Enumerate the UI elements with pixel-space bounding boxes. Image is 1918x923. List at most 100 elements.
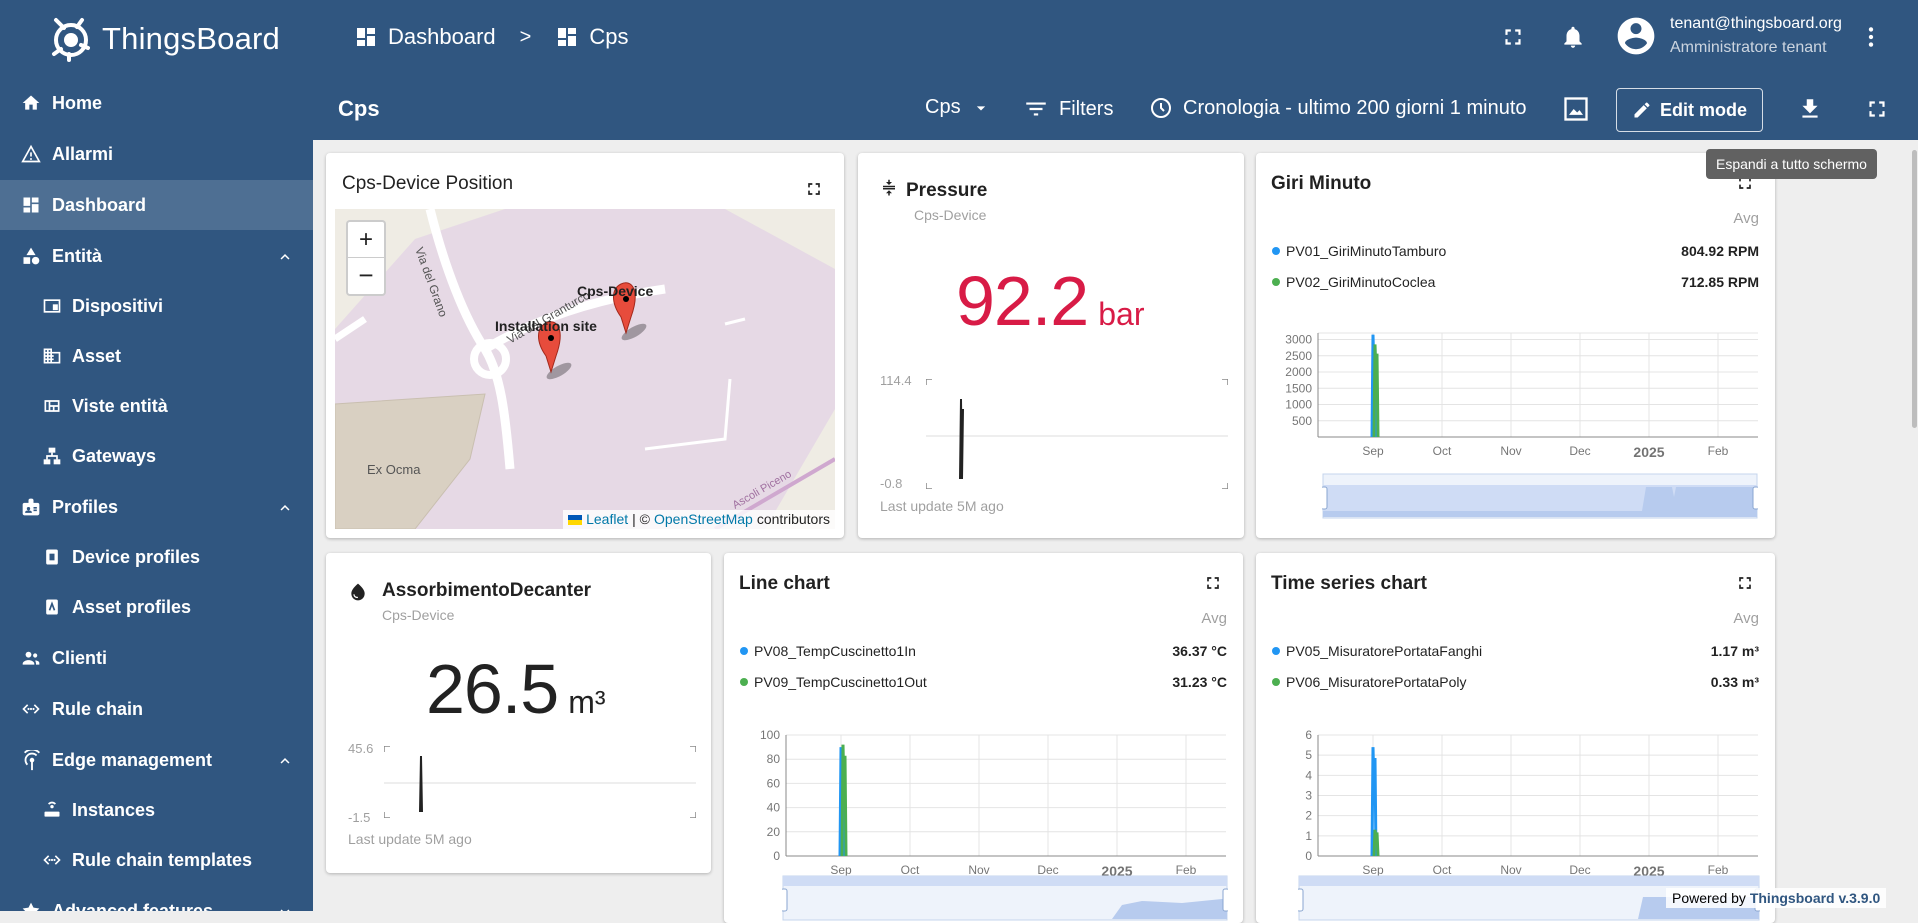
legend-row: PV05_MisuratorePortataFanghi 1.17 m³ <box>1272 639 1759 663</box>
sidebar-item-advanced-features[interactable]: Advanced features <box>0 886 313 911</box>
value-unit: bar <box>1098 296 1145 332</box>
last-update: Last update 5M ago <box>880 498 1004 514</box>
top-bar: ThingsBoard Dashboard > Cps tenant@thing… <box>0 0 1918 78</box>
giri-chart[interactable]: 3000 2500 2000 1500 1000 500 Sep Oct Nov Dec 2025 F… <box>1272 313 1764 458</box>
sidebar-item-dispositivi[interactable]: Dispositivi <box>0 281 313 331</box>
sidebar-item-dashboard[interactable]: Dashboard <box>0 180 313 230</box>
scrollbar-thumb[interactable] <box>1912 150 1917 428</box>
aggregation-label: Avg <box>1733 210 1759 227</box>
place-label: Ex Ocma <box>367 462 421 477</box>
widget-fullscreen-button[interactable] <box>1203 573 1223 593</box>
breadcrumb-label: Cps <box>589 24 629 49</box>
sidebar-item-label: Device profiles <box>72 546 201 567</box>
fullscreen-icon <box>1207 577 1219 589</box>
sidebar-item-rule-chain[interactable]: Rule chain <box>0 684 313 734</box>
sidebar-item-label: Entità <box>52 245 103 266</box>
timewindow-label: Cronologia - ultimo 200 giorni 1 minuto <box>1183 96 1527 119</box>
y-tick-label: 40 <box>767 801 781 815</box>
sidebar-item-label: Gateways <box>72 445 157 466</box>
line-chart[interactable]: 100806040200Sep Oct Nov Dec 2025 Feb <box>740 713 1232 883</box>
chevron-up-icon <box>280 505 290 511</box>
breadcrumb-label: Dashboard <box>388 24 496 49</box>
dashboard-fullscreen-button[interactable] <box>1864 96 1890 122</box>
y-tick-label: 20 <box>767 825 781 839</box>
widget-subtitle: Cps-Device <box>382 607 455 623</box>
app-logo[interactable]: ThingsBoard <box>44 14 280 64</box>
sidebar-item-label: Viste entità <box>72 395 168 416</box>
map-attribution: Leaflet | © OpenStreetMap contributors <box>563 510 835 529</box>
value-unit: m³ <box>568 684 606 720</box>
sidebar-item-clienti[interactable]: Clienti <box>0 633 313 683</box>
sidebar-item-label: Dashboard <box>52 194 147 215</box>
sidebar-item-asset-profiles[interactable]: Asset profiles <box>0 582 313 632</box>
time-series-chart[interactable]: 6543210Sep Oct Nov Dec 2025 Feb <box>1272 713 1764 883</box>
thingsboard-version-link[interactable]: Thingsboard v.3.9.0 <box>1750 890 1880 906</box>
asset-icon <box>43 348 61 364</box>
fullscreen-tooltip: Espandi a tutto schermo <box>1706 149 1877 179</box>
powered-by-text: Powered by <box>1672 890 1746 906</box>
home-icon <box>22 95 40 110</box>
sidebar-item-allarmi[interactable]: Allarmi <box>0 129 313 179</box>
user-menu[interactable]: tenant@thingsboard.org Amministratore te… <box>1614 12 1842 60</box>
widget-fullscreen-button[interactable] <box>804 179 824 199</box>
map-canvas[interactable]: Via del Grano Via del Granturco Ex Ocma … <box>335 209 835 529</box>
sidebar-item-home[interactable]: Home <box>0 78 313 128</box>
attribution-tail: contributors <box>756 511 830 527</box>
osm-link[interactable]: OpenStreetMap <box>654 510 753 529</box>
sidebar-item-profiles[interactable]: Profiles <box>0 482 313 532</box>
sidebar-item-rule-chain-templates[interactable]: Rule chain templates <box>0 835 313 885</box>
notifications-button[interactable] <box>1560 24 1586 50</box>
y-tick-label: 1000 <box>1285 398 1312 412</box>
edit-mode-button[interactable]: Edit mode <box>1616 88 1763 132</box>
zoom-slider[interactable] <box>782 875 1228 921</box>
widget-fullscreen-button[interactable] <box>1735 573 1755 593</box>
zoom-out-button[interactable]: − <box>348 258 384 294</box>
y-tick-label: 0 <box>1305 849 1312 863</box>
sidebar-item-edge-management[interactable]: Edge management <box>0 735 313 785</box>
x-tick-label: Oct <box>1433 444 1452 458</box>
dashboard-icon <box>357 28 375 46</box>
sidebar-item-entita[interactable]: Entità <box>0 231 313 281</box>
sidebar-item-asset[interactable]: Asset <box>0 331 313 381</box>
x-tick-label: Sep <box>1362 444 1384 458</box>
y-tick-label: 5 <box>1305 748 1312 762</box>
warning-icon <box>21 144 41 163</box>
leaflet-link[interactable]: Leaflet <box>586 510 628 529</box>
sidebar-item-label: Allarmi <box>52 143 114 164</box>
time-series-widget: Time series chart Avg PV05_MisuratorePor… <box>1256 553 1775 923</box>
sidebar-item-label: Rule chain <box>52 698 144 719</box>
breadcrumb-cps: Cps <box>555 24 628 50</box>
legend-name: PV05_MisuratorePortataFanghi <box>1286 643 1483 659</box>
y-tick-label: 2500 <box>1285 349 1312 363</box>
sidebar-item-label: Asset <box>72 345 122 366</box>
y-tick-label: 80 <box>767 752 781 766</box>
y-tick-label: 1500 <box>1285 381 1312 395</box>
timewindow-button[interactable]: Cronologia - ultimo 200 giorni 1 minuto <box>1149 96 1527 120</box>
fullscreen-button[interactable] <box>1500 24 1526 50</box>
sidebar-item-gateways[interactable]: Gateways <box>0 431 313 481</box>
advanced-icon <box>22 902 40 911</box>
zoom-slider[interactable] <box>1322 473 1758 519</box>
pencil-icon <box>1634 102 1650 118</box>
sidebar-item-instances[interactable]: Instances <box>0 785 313 835</box>
breadcrumb-dashboard[interactable]: Dashboard <box>354 24 496 50</box>
y-tick-label: 4 <box>1305 768 1312 782</box>
export-image-button[interactable] <box>1562 95 1590 123</box>
zoom-in-button[interactable]: + <box>348 222 384 258</box>
more-menu-button[interactable] <box>1858 24 1884 50</box>
devices-icon <box>43 299 61 313</box>
filters-button[interactable]: Filters <box>1023 96 1113 122</box>
more-vert-icon <box>1868 27 1874 47</box>
legend-dot <box>1272 278 1280 286</box>
download-button[interactable] <box>1797 96 1823 122</box>
chevron-up-icon <box>280 254 290 260</box>
sidebar-item-viste-entita[interactable]: Viste entità <box>0 381 313 431</box>
filter-list-icon <box>1026 102 1046 116</box>
sidebar-item-device-profiles[interactable]: Device profiles <box>0 532 313 582</box>
widget-subtitle: Cps-Device <box>914 207 987 223</box>
zoom-control: + − <box>346 220 386 296</box>
range-max: 45.6 <box>348 741 374 756</box>
state-select[interactable]: Cps <box>925 96 991 119</box>
asset-profile-icon <box>46 599 58 615</box>
legend-value: 804.92 RPM <box>1681 243 1759 259</box>
